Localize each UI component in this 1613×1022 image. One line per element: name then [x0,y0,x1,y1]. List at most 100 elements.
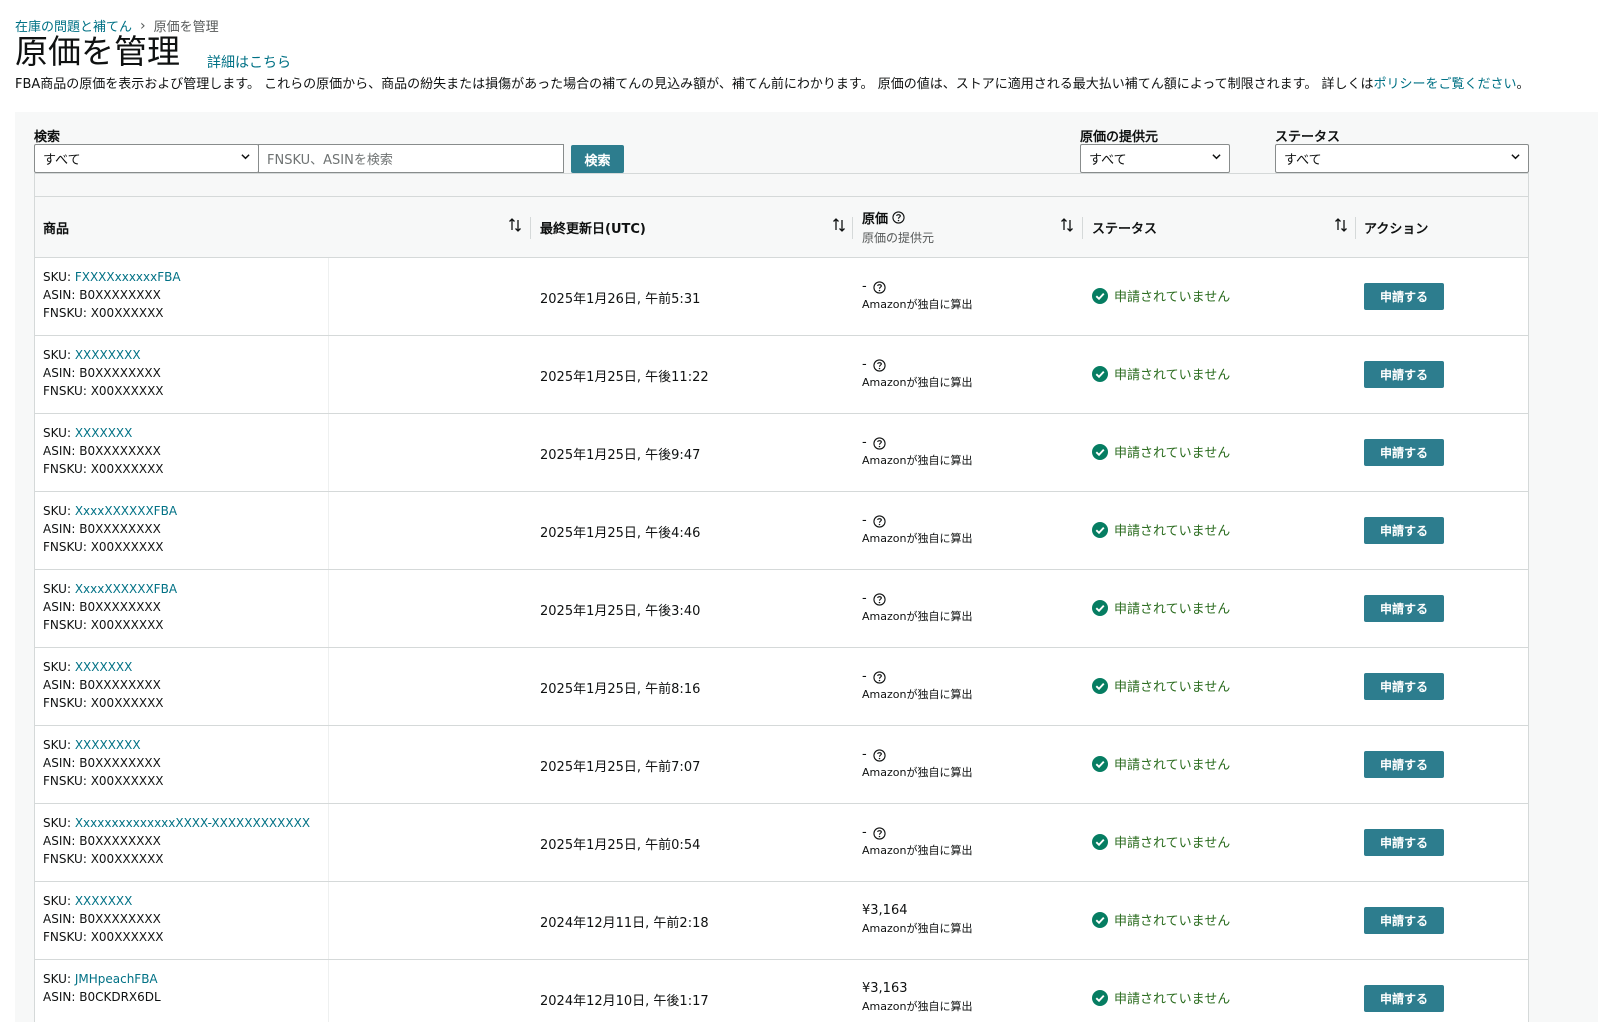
asin-label: ASIN: [43,444,76,458]
sort-icon[interactable] [1334,217,1348,233]
cost-cell: ¥3,164 Amazonが独自に算出 [862,902,972,938]
cost-source: Amazonが独自に算出 [862,454,973,467]
column-divider[interactable] [852,217,853,239]
check-circle-icon [1092,365,1108,382]
apply-button[interactable]: 申請する [1364,283,1444,310]
cost-table: 商品 最終更新日(UTC) 原価 原価の提供元 ステータス アクション SKU:… [34,173,1529,1022]
asin-label: ASIN: [43,990,76,1004]
apply-button[interactable]: 申請する [1364,751,1444,778]
status-text: 申請されていません [1114,992,1231,1007]
check-circle-icon [1092,599,1108,616]
learn-more-link[interactable]: 詳細はこちら [207,52,291,72]
fnsku-label: FNSKU: [43,930,87,944]
cost-value: - [862,513,867,528]
asin-label: ASIN: [43,912,76,926]
apply-button[interactable]: 申請する [1364,673,1444,700]
status-text: 申請されていません [1114,290,1231,305]
status-badge: 申請されていません [1092,520,1230,539]
help-icon[interactable] [873,826,886,840]
sku-link[interactable]: XxxxxxxxxxxxxxXXXX-XXXXXXXXXXXX [75,816,310,830]
search-input[interactable]: FNSKU、ASINを検索 [258,144,564,173]
apply-button[interactable]: 申請する [1364,439,1444,466]
last-updated: 2025年1月25日, 午後3:40 [540,604,701,619]
asin-label: ASIN: [43,678,76,692]
asin-value: B0XXXXXXXX [79,522,161,536]
product-info: SKU: XXXXXXXX ASIN: B0XXXXXXXX FNSKU: X0… [43,736,333,790]
cost-value: - [862,279,867,294]
sku-link[interactable]: XxxxXXXXXXFBA [75,582,177,596]
help-icon[interactable] [873,514,886,528]
status-badge: 申請されていません [1092,832,1230,851]
sku-line: SKU: XxxxXXXXXXFBA [43,502,333,520]
table-body: SKU: FXXXXxxxxxxFBA ASIN: B0XXXXXXXX FNS… [35,258,1528,1022]
sort-icon[interactable] [832,217,846,233]
fnsku-label: FNSKU: [43,774,87,788]
cost-cell: - Amazonが独自に算出 [862,590,972,626]
status-select[interactable]: すべて [1275,144,1529,173]
apply-button[interactable]: 申請する [1364,595,1444,622]
policy-link[interactable]: ポリシーをご覧ください [1374,77,1517,92]
cost-source: Amazonが独自に算出 [862,688,973,701]
product-info: SKU: FXXXXxxxxxxFBA ASIN: B0XXXXXXXX FNS… [43,268,333,322]
column-divider[interactable] [1355,217,1356,239]
column-divider[interactable] [1082,217,1083,239]
apply-button[interactable]: 申請する [1364,361,1444,388]
sku-link[interactable]: XXXXXXX [75,660,133,674]
sort-icon[interactable] [1060,217,1074,233]
sku-link[interactable]: XXXXXXXX [75,738,141,752]
table-row: SKU: FXXXXxxxxxxFBA ASIN: B0XXXXXXXX FNS… [35,258,1528,336]
sku-link[interactable]: JMHpeachFBA [75,972,158,986]
help-icon[interactable] [873,280,886,294]
help-icon[interactable] [873,436,886,450]
sku-link[interactable]: XXXXXXX [75,426,133,440]
help-icon[interactable] [892,211,905,224]
help-icon[interactable] [873,670,886,684]
cost-cell: - Amazonが独自に算出 [862,824,972,860]
header-cost-source: 原価の提供元 [862,231,935,245]
sku-link[interactable]: XXXXXXXX [75,348,141,362]
asin-value: B0XXXXXXXX [79,834,161,848]
sku-line: SKU: XxxxXXXXXXFBA [43,580,333,598]
asin-label: ASIN: [43,522,76,536]
help-icon[interactable] [873,358,886,372]
fnsku-value: X00XXXXXX [90,774,164,788]
table-row: SKU: XXXXXXX ASIN: B0XXXXXXXX FNSKU: X00… [35,648,1528,726]
fnsku-label: FNSKU: [43,852,87,866]
search-scope-select[interactable]: すべて [34,144,259,173]
fnsku-label: FNSKU: [43,384,87,398]
help-icon[interactable] [873,592,886,606]
apply-button[interactable]: 申請する [1364,907,1444,934]
sku-link[interactable]: FXXXXxxxxxxFBA [75,270,181,284]
sort-icon[interactable] [508,217,522,233]
fnsku-line: FNSKU: X00XXXXXX [43,850,333,868]
last-updated: 2025年1月25日, 午前8:16 [540,682,701,697]
status-text: 申請されていません [1114,602,1231,617]
apply-button[interactable]: 申請する [1364,517,1444,544]
fnsku-value: X00XXXXXX [90,462,164,476]
header-cost-label: 原価 [862,212,889,227]
cost-source-select[interactable]: すべて [1080,144,1230,173]
asin-line: ASIN: B0XXXXXXXX [43,676,333,694]
cost-source: Amazonが独自に算出 [862,376,973,389]
sku-link[interactable]: XxxxXXXXXXFBA [75,504,177,518]
help-icon[interactable] [873,748,886,762]
column-divider[interactable] [530,217,531,239]
cost-source: Amazonが独自に算出 [862,298,973,311]
cost-source: Amazonが独自に算出 [862,766,973,779]
cost-value: ¥3,164 [862,903,908,918]
apply-button[interactable]: 申請する [1364,829,1444,856]
apply-button[interactable]: 申請する [1364,985,1444,1012]
cost-cell: ¥3,163 Amazonが独自に算出 [862,980,972,1016]
header-last-updated: 最終更新日(UTC) [540,221,646,237]
search-button[interactable]: 検索 [571,145,624,173]
sku-line: SKU: XXXXXXXX [43,736,333,754]
table-row: SKU: XXXXXXXX ASIN: B0XXXXXXXX FNSKU: X0… [35,726,1528,804]
sku-link[interactable]: XXXXXXX [75,894,133,908]
fnsku-line: FNSKU: X00XXXXXX [43,772,333,790]
sku-line: SKU: FXXXXxxxxxxFBA [43,268,333,286]
last-updated: 2024年12月10日, 午後1:17 [540,994,709,1009]
sku-line: SKU: XxxxxxxxxxxxxxXXXX-XXXXXXXXXXXX [43,814,333,832]
fnsku-line: FNSKU: X00XXXXXX [43,382,333,400]
product-info: SKU: XxxxXXXXXXFBA ASIN: B0XXXXXXXX FNSK… [43,580,333,634]
asin-line: ASIN: B0XXXXXXXX [43,442,333,460]
